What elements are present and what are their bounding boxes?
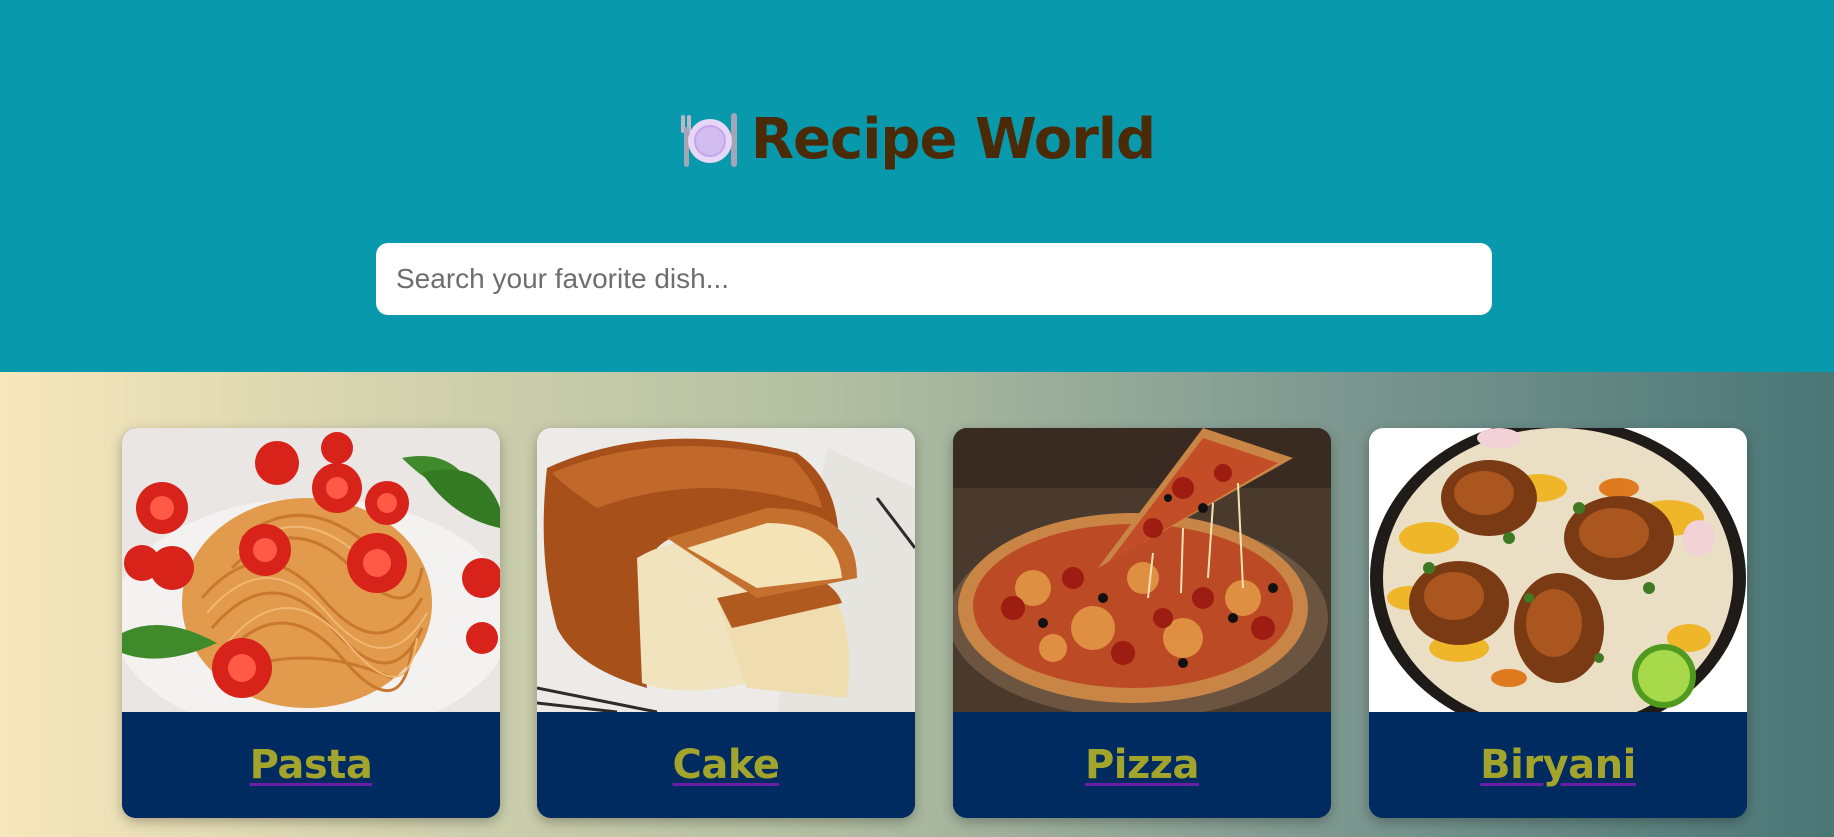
card-footer: Cake <box>537 712 915 818</box>
page-title: Recipe World <box>750 107 1156 172</box>
card-footer: Biryani <box>1369 712 1747 818</box>
pizza-image <box>953 428 1331 712</box>
brand: Recipe World <box>0 100 1834 180</box>
recipe-link-pasta[interactable]: Pasta <box>250 742 373 788</box>
recipe-card-pasta[interactable]: Pasta <box>122 428 500 818</box>
recipe-card-biryani[interactable]: Biryani <box>1369 428 1747 818</box>
fork-knife-plate-icon <box>680 113 737 167</box>
recipe-link-biryani[interactable]: Biryani <box>1480 742 1636 788</box>
header: Recipe World <box>0 0 1834 372</box>
pasta-image <box>122 428 500 712</box>
biryani-image <box>1369 428 1747 712</box>
search-input[interactable] <box>376 243 1492 315</box>
recipe-link-cake[interactable]: Cake <box>672 742 780 788</box>
recipe-grid: Pasta Cake Pizza Biryani <box>0 372 1834 837</box>
recipe-card-pizza[interactable]: Pizza <box>953 428 1331 818</box>
recipe-link-pizza[interactable]: Pizza <box>1085 742 1200 788</box>
recipe-card-cake[interactable]: Cake <box>537 428 915 818</box>
card-footer: Pasta <box>122 712 500 818</box>
cake-image <box>537 428 915 712</box>
card-footer: Pizza <box>953 712 1331 818</box>
